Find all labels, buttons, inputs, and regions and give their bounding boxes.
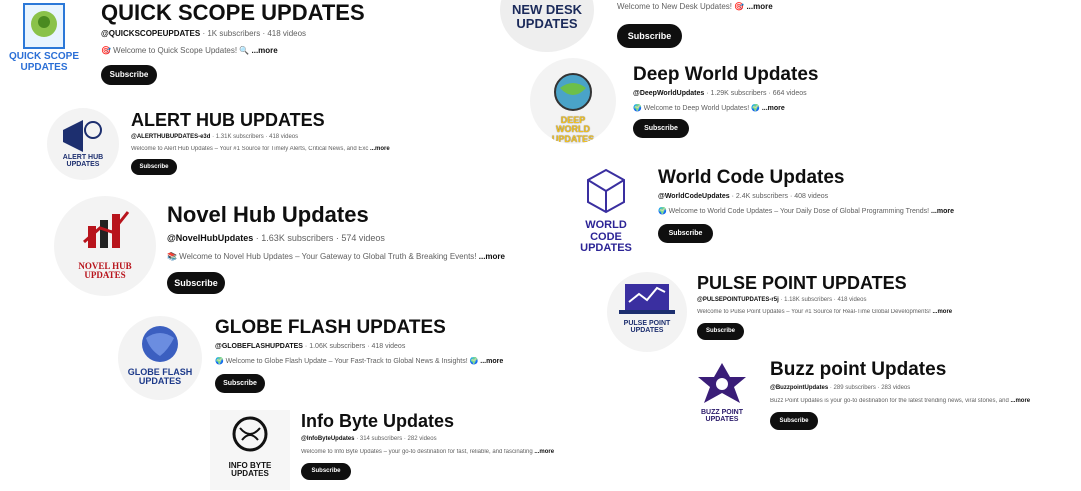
channel-card-alert-hub: ALERT HUB UPDATES ALERT HUB UPDATES @ALE… — [47, 108, 447, 190]
channel-title[interactable]: ALERT HUB UPDATES — [131, 110, 390, 131]
channel-stats: @ALERTHUBUPDATES-e3d · 1.31K subscribers… — [131, 133, 299, 140]
channel-title[interactable]: Deep World Updates — [633, 64, 818, 86]
more-link[interactable]: ...more — [252, 46, 278, 55]
channel-card-new-desk: NEW DESK UPDATES Welcome to New Desk Upd… — [500, 0, 800, 55]
channel-avatar[interactable]: INFO BYTE UPDATES — [210, 410, 290, 490]
more-link[interactable]: ...more — [370, 146, 390, 152]
channel-handle[interactable]: @GLOBEFLASHUPDATES — [215, 343, 303, 350]
subscribe-button[interactable]: Subscribe — [617, 24, 682, 48]
channel-description: Welcome to New Desk Updates! 🎯 ...more — [617, 2, 773, 11]
megaphone-icon — [63, 120, 102, 152]
channel-card-pulse-point: PULSE POINT UPDATES PULSE POINT UPDATES … — [607, 272, 1027, 354]
channel-handle[interactable]: @BuzzpointUpdates — [770, 385, 828, 391]
channel-stats: @DeepWorldUpdates · 1.29K subscribers · … — [633, 89, 807, 97]
channel-handle[interactable]: @DeepWorldUpdates — [633, 90, 704, 97]
subscribe-button[interactable]: Subscribe — [770, 411, 818, 430]
avatar-label: NOVEL HUB UPDATES — [78, 261, 132, 281]
channel-avatar[interactable]: DEEP WORLD UPDATES — [530, 58, 616, 144]
chart-up-icon — [83, 211, 130, 248]
channel-avatar[interactable]: PULSE POINT UPDATES — [607, 272, 687, 352]
channel-card-deep-world: DEEP WORLD UPDATES Deep World Updates @D… — [530, 58, 870, 150]
channel-title[interactable]: Novel Hub Updates — [167, 202, 505, 227]
channel-title[interactable]: PULSE POINT UPDATES — [697, 273, 952, 294]
channel-card-novel-hub: NOVEL HUB UPDATES Novel Hub Updates @Nov… — [54, 196, 554, 306]
more-link[interactable]: ...more — [1010, 398, 1030, 404]
subscribe-button[interactable]: Subscribe — [167, 272, 225, 295]
avatar-label: WORLD CODE UPDATES — [580, 219, 632, 251]
channel-card-info-byte: INFO BYTE UPDATES Info Byte Updates @Inf… — [210, 408, 630, 491]
channel-stats: @PULSEPOINTUPDATES-r5j · 1.18K subscribe… — [697, 296, 867, 303]
laptop-icon — [619, 284, 675, 314]
channel-stats: @WorldCodeUpdates · 2.4K subscribers · 4… — [658, 192, 829, 200]
avatar-label: GLOBE FLASH UPDATES — [127, 367, 193, 387]
channel-handle[interactable]: @PULSEPOINTUPDATES-r5j — [697, 297, 779, 303]
subscribe-button[interactable]: Subscribe — [131, 158, 177, 175]
avatar-label: QUICK SCOPE UPDATES — [8, 51, 79, 73]
channel-title[interactable]: Info Byte Updates — [301, 411, 554, 432]
globe-icon — [142, 326, 178, 362]
channel-description: 📚 Welcome to Novel Hub Updates – Your Ga… — [167, 252, 505, 262]
channel-card-quick-scope: QUICK SCOPE UPDATES QUICK SCOPE UPDATES … — [0, 0, 470, 95]
avatar-label: INFO BYTE UPDATES — [228, 461, 272, 479]
channel-avatar[interactable]: QUICK SCOPE UPDATES — [2, 0, 86, 80]
channel-description: 🌍 Welcome to Globe Flash Update – Your F… — [215, 357, 504, 365]
channel-title[interactable]: Buzz point Updates — [770, 359, 1030, 381]
channel-avatar[interactable]: GLOBE FLASH UPDATES — [118, 316, 202, 400]
channel-title[interactable]: World Code Updates — [658, 167, 954, 189]
channel-description: Buzz Point Updates is your go-to destina… — [770, 397, 1031, 404]
more-link[interactable]: ...more — [746, 2, 772, 11]
subscribe-button[interactable]: Subscribe — [633, 118, 689, 138]
more-link[interactable]: ...more — [480, 358, 503, 365]
channel-stats: @QUICKSCOPEUPDATES · 1K subscribers · 41… — [101, 29, 307, 39]
channel-card-world-code: WORLD CODE UPDATES World Code Updates @W… — [566, 165, 986, 265]
channel-avatar[interactable]: BUZZ POINT UPDATES — [684, 357, 760, 433]
more-link[interactable]: ...more — [534, 449, 554, 455]
channel-description: Welcome to Alert Hub Updates – Your #1 S… — [131, 145, 390, 152]
channel-description: Welcome to Pulse Point Updates – Your #1… — [697, 308, 953, 315]
channel-stats: @GLOBEFLASHUPDATES · 1.06K subscribers ·… — [215, 342, 406, 350]
channel-description: 🎯 Welcome to Quick Scope Updates! 🔍 ...m… — [101, 46, 278, 56]
more-link[interactable]: ...more — [762, 105, 785, 112]
channel-avatar[interactable]: NOVEL HUB UPDATES — [54, 196, 156, 296]
avatar-label: ALERT HUB UPDATES — [62, 154, 104, 169]
subscribe-button[interactable]: Subscribe — [215, 373, 265, 393]
more-link[interactable]: ...more — [932, 309, 952, 315]
channel-handle[interactable]: @QUICKSCOPEUPDATES — [101, 29, 200, 38]
channel-avatar[interactable]: ALERT HUB UPDATES — [47, 108, 119, 180]
channel-card-globe-flash: GLOBE FLASH UPDATES GLOBE FLASH UPDATES … — [118, 316, 538, 401]
avatar-label: PULSE POINT UPDATES — [623, 320, 671, 335]
subscribe-button[interactable]: Subscribe — [101, 65, 157, 86]
channel-avatar[interactable]: NEW DESK UPDATES — [500, 0, 594, 52]
channel-title[interactable]: GLOBE FLASH UPDATES — [215, 317, 503, 339]
channel-stats: @BuzzpointUpdates · 289 subscribers · 28… — [770, 384, 911, 391]
channel-handle[interactable]: @InfoByteUpdates — [301, 436, 355, 442]
avatar-label: DEEP WORLD UPDATES — [551, 115, 595, 144]
subscribe-button[interactable]: Subscribe — [658, 223, 713, 243]
channel-card-buzz-point: BUZZ POINT UPDATES Buzz point Updates @B… — [684, 357, 1081, 442]
subscribe-button[interactable]: Subscribe — [301, 462, 351, 480]
channel-stats: @NovelHubUpdates · 1.63K subscribers · 5… — [167, 233, 385, 244]
subscribe-button[interactable]: Subscribe — [697, 322, 744, 340]
channel-stats: @InfoByteUpdates · 314 subscribers · 282… — [301, 435, 437, 442]
channel-description: 🌍 Welcome to Deep World Updates! 🌍 ...mo… — [633, 104, 785, 112]
channel-handle[interactable]: @NovelHubUpdates — [167, 233, 253, 243]
channel-avatar[interactable]: WORLD CODE UPDATES — [566, 165, 646, 251]
channel-handle[interactable]: @ALERTHUBUPDATES-e3d — [131, 134, 210, 140]
more-link[interactable]: ...more — [479, 252, 505, 261]
avatar-label: BUZZ POINT UPDATES — [701, 409, 743, 424]
channel-handle[interactable]: @WorldCodeUpdates — [658, 193, 730, 200]
channel-title[interactable]: QUICK SCOPE UPDATES — [101, 0, 365, 25]
channel-description: Welcome to Info Byte Updates – your go-t… — [301, 448, 555, 455]
more-link[interactable]: ...more — [931, 208, 954, 215]
channel-description: 🌍 Welcome to World Code Updates – Your D… — [658, 207, 954, 215]
avatar-label: NEW DESK UPDATES — [511, 2, 583, 31]
